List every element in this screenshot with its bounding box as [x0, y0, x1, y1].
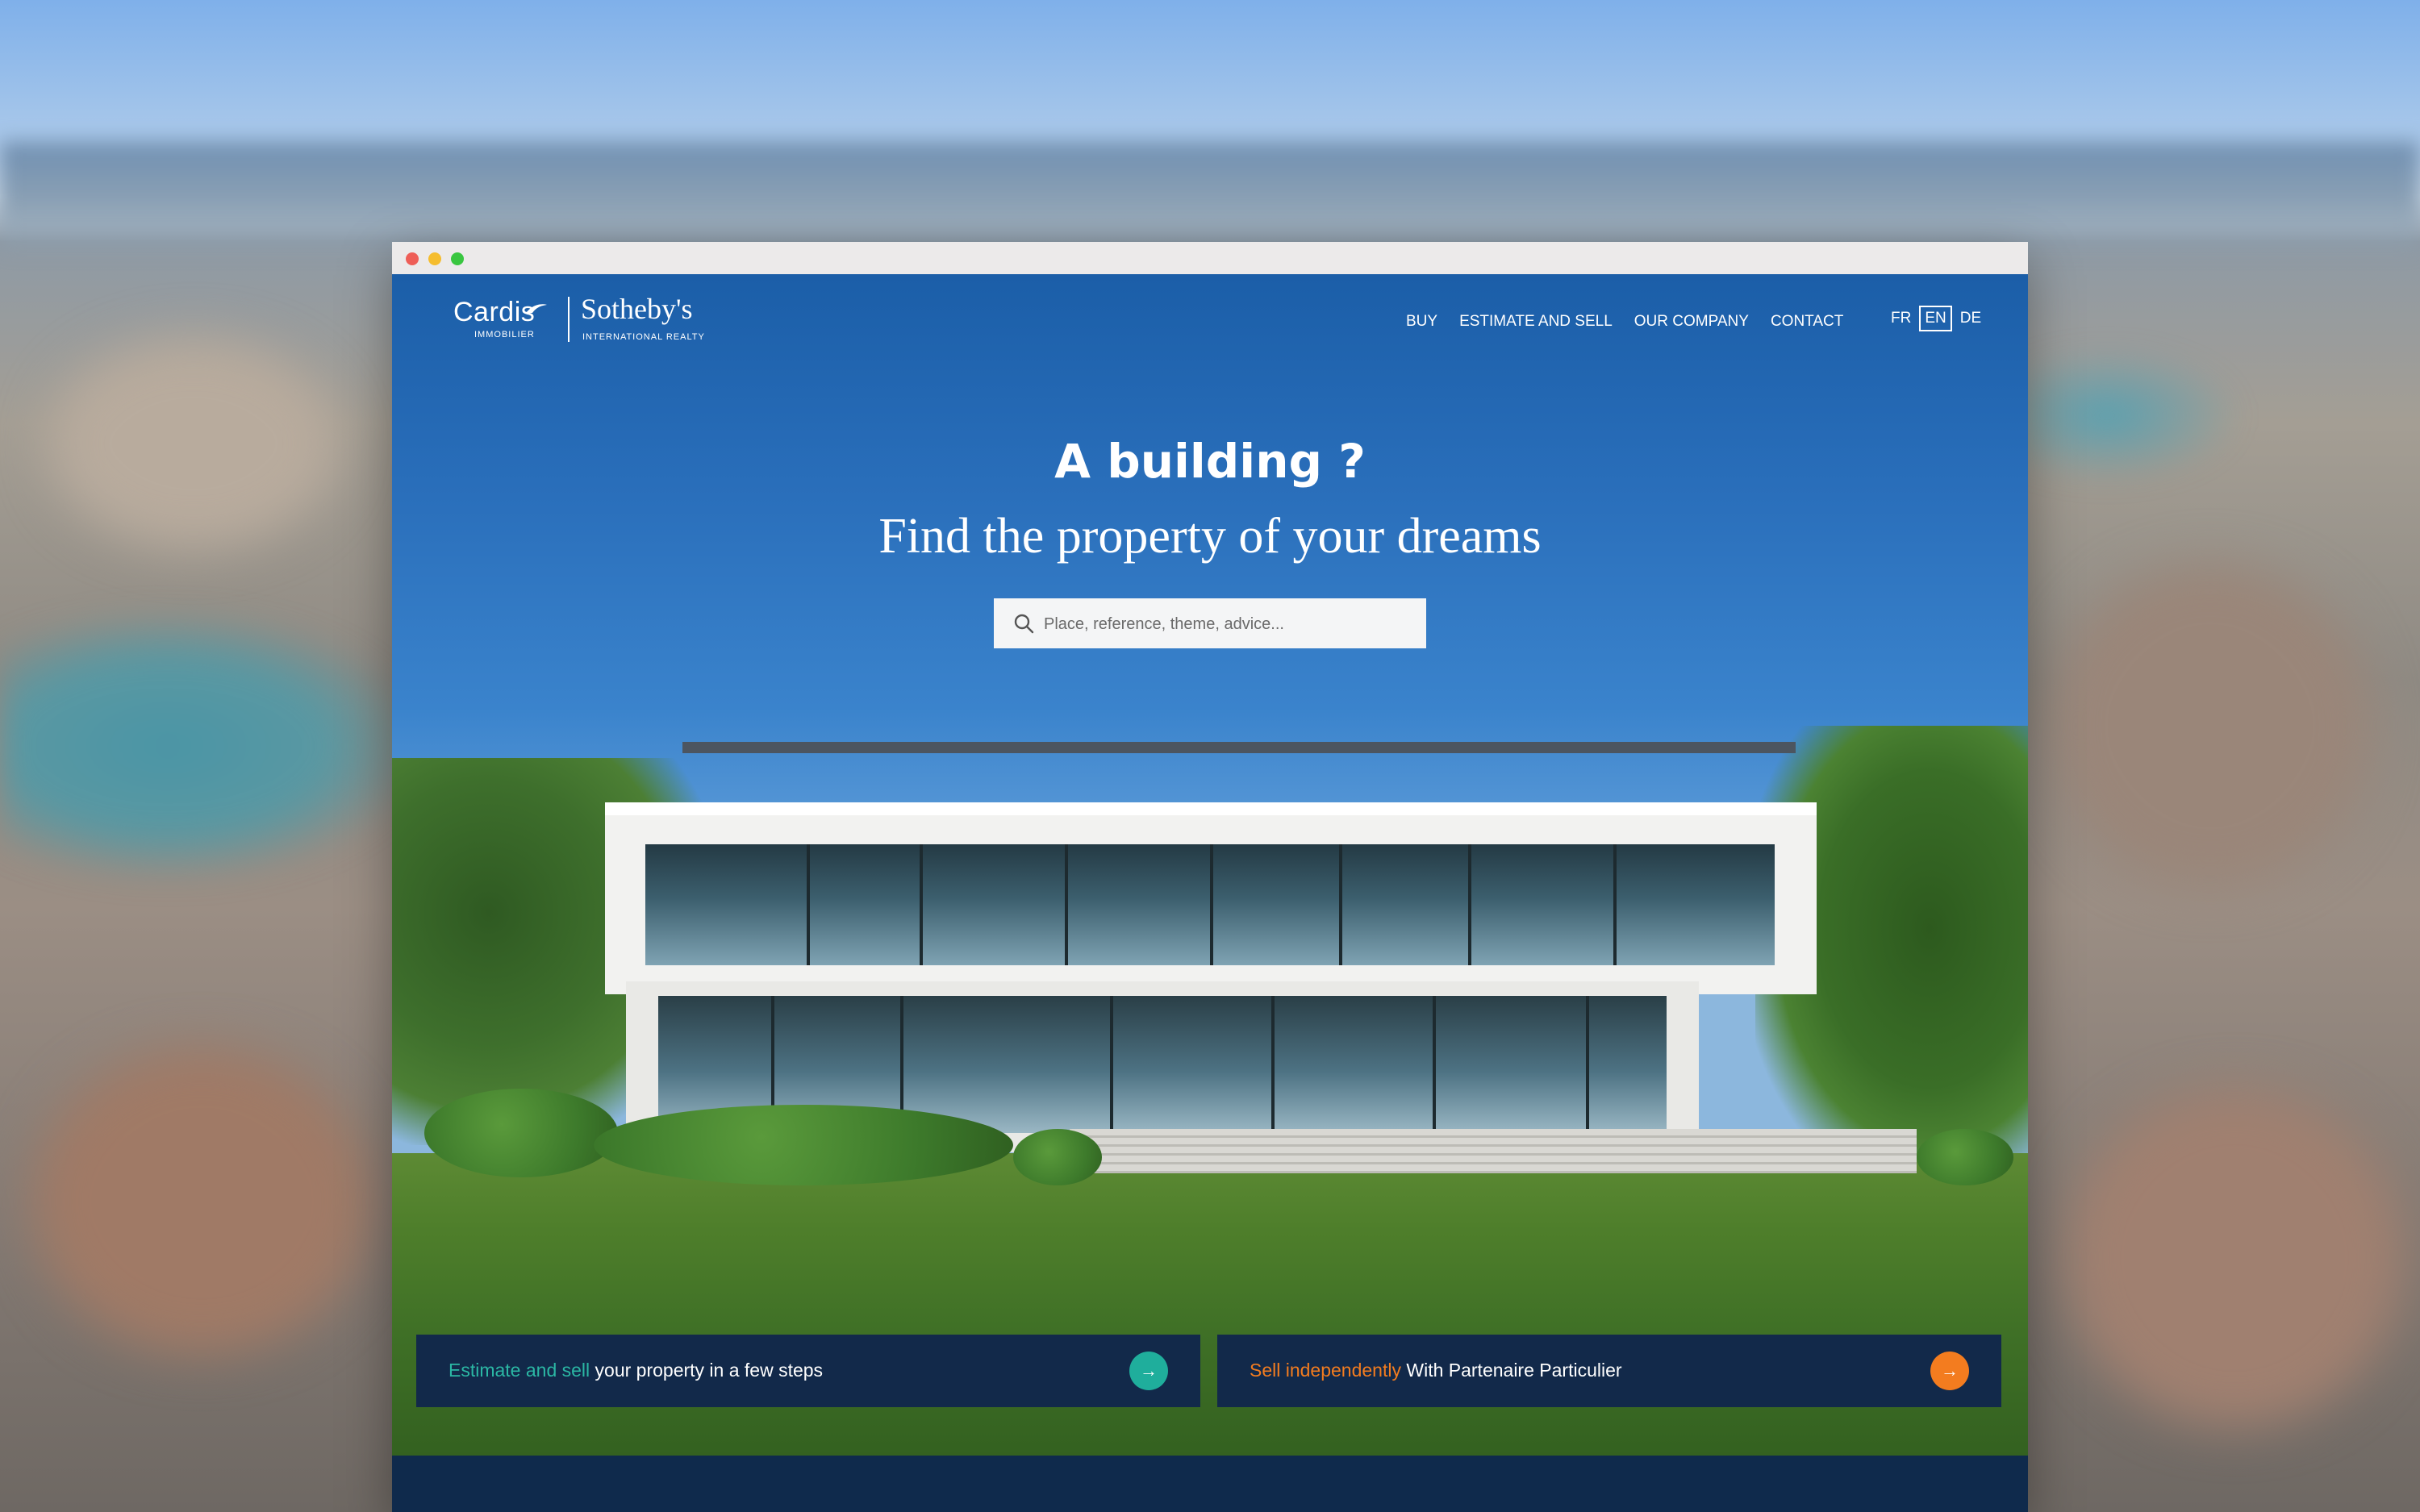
nav-estimate-and-sell[interactable]: ESTIMATE AND SELL: [1459, 313, 1613, 331]
house-upper-glass: [645, 844, 1775, 965]
estimate-sell-accent: Estimate and sell: [449, 1360, 590, 1381]
arrow-right-icon[interactable]: →: [1129, 1352, 1168, 1390]
maximize-window-button[interactable]: [451, 252, 464, 265]
footer-band: [392, 1456, 2028, 1512]
sell-independently-text: Sell independently With Partenaire Parti…: [1250, 1360, 1622, 1381]
minimize-window-button[interactable]: [428, 252, 441, 265]
arrow-right-icon[interactable]: →: [1930, 1352, 1969, 1390]
garden-bush: [1917, 1129, 2013, 1185]
estimate-sell-label: your property in a few steps: [590, 1360, 824, 1381]
lang-de[interactable]: DE: [1955, 306, 1986, 331]
lang-en[interactable]: EN: [1919, 306, 1952, 331]
background-lake-right: [2017, 347, 2243, 484]
house-upper-floor: [605, 802, 1817, 994]
search-bar[interactable]: [994, 598, 1426, 650]
garden-bush: [1013, 1129, 1102, 1185]
house-roof: [682, 742, 1796, 753]
main-nav: BUY ESTIMATE AND SELL OUR COMPANY CONTAC…: [1406, 310, 1865, 334]
sell-independently-accent: Sell independently: [1250, 1360, 1401, 1381]
hero-title: A building ?: [1054, 434, 1366, 489]
search-icon: [1014, 614, 1034, 634]
background-mountains: [0, 141, 2420, 254]
logo-sothebys: Sotheby's: [581, 293, 693, 325]
background-blur: [48, 339, 339, 548]
logo-swoosh-icon: [526, 304, 547, 313]
language-switcher: FR EN DE: [1886, 306, 1989, 331]
lang-fr[interactable]: FR: [1886, 306, 1916, 331]
home-page: Cardis IMMOBILIER Sotheby's INTERNATIONA…: [392, 274, 2028, 1512]
nav-our-company[interactable]: OUR COMPANY: [1634, 313, 1749, 331]
background-blur: [32, 1048, 371, 1355]
close-window-button[interactable]: [406, 252, 419, 265]
search-input[interactable]: [1042, 598, 1417, 650]
background-lake: [0, 613, 419, 879]
estimate-sell-text: Estimate and sell your property in a few…: [449, 1360, 823, 1381]
garden-bush: [594, 1105, 1013, 1185]
browser-window: Cardis IMMOBILIER Sotheby's INTERNATIONA…: [392, 242, 2028, 1512]
logo-cardis-subtitle: IMMOBILIER: [474, 330, 535, 339]
logo-divider: [568, 297, 570, 342]
garden-bush: [424, 1089, 618, 1177]
nav-contact[interactable]: CONTACT: [1771, 313, 1843, 331]
estimate-sell-banner[interactable]: Estimate and sell your property in a few…: [416, 1335, 1200, 1407]
hero-subtitle: Find the property of your dreams: [878, 509, 1542, 564]
house-terrace-steps: [1070, 1129, 1917, 1173]
sell-independently-label: With Partenaire Particulier: [1400, 1360, 1622, 1381]
nav-buy[interactable]: BUY: [1406, 313, 1437, 331]
browser-titlebar: [392, 242, 2028, 275]
background-blur: [2065, 1089, 2404, 1427]
logo-sothebys-subtitle: INTERNATIONAL REALTY: [582, 332, 705, 342]
sell-independently-banner[interactable]: Sell independently With Partenaire Parti…: [1217, 1335, 2001, 1407]
logo-cardis: Cardis: [453, 297, 536, 327]
background-blur: [2049, 564, 2372, 887]
